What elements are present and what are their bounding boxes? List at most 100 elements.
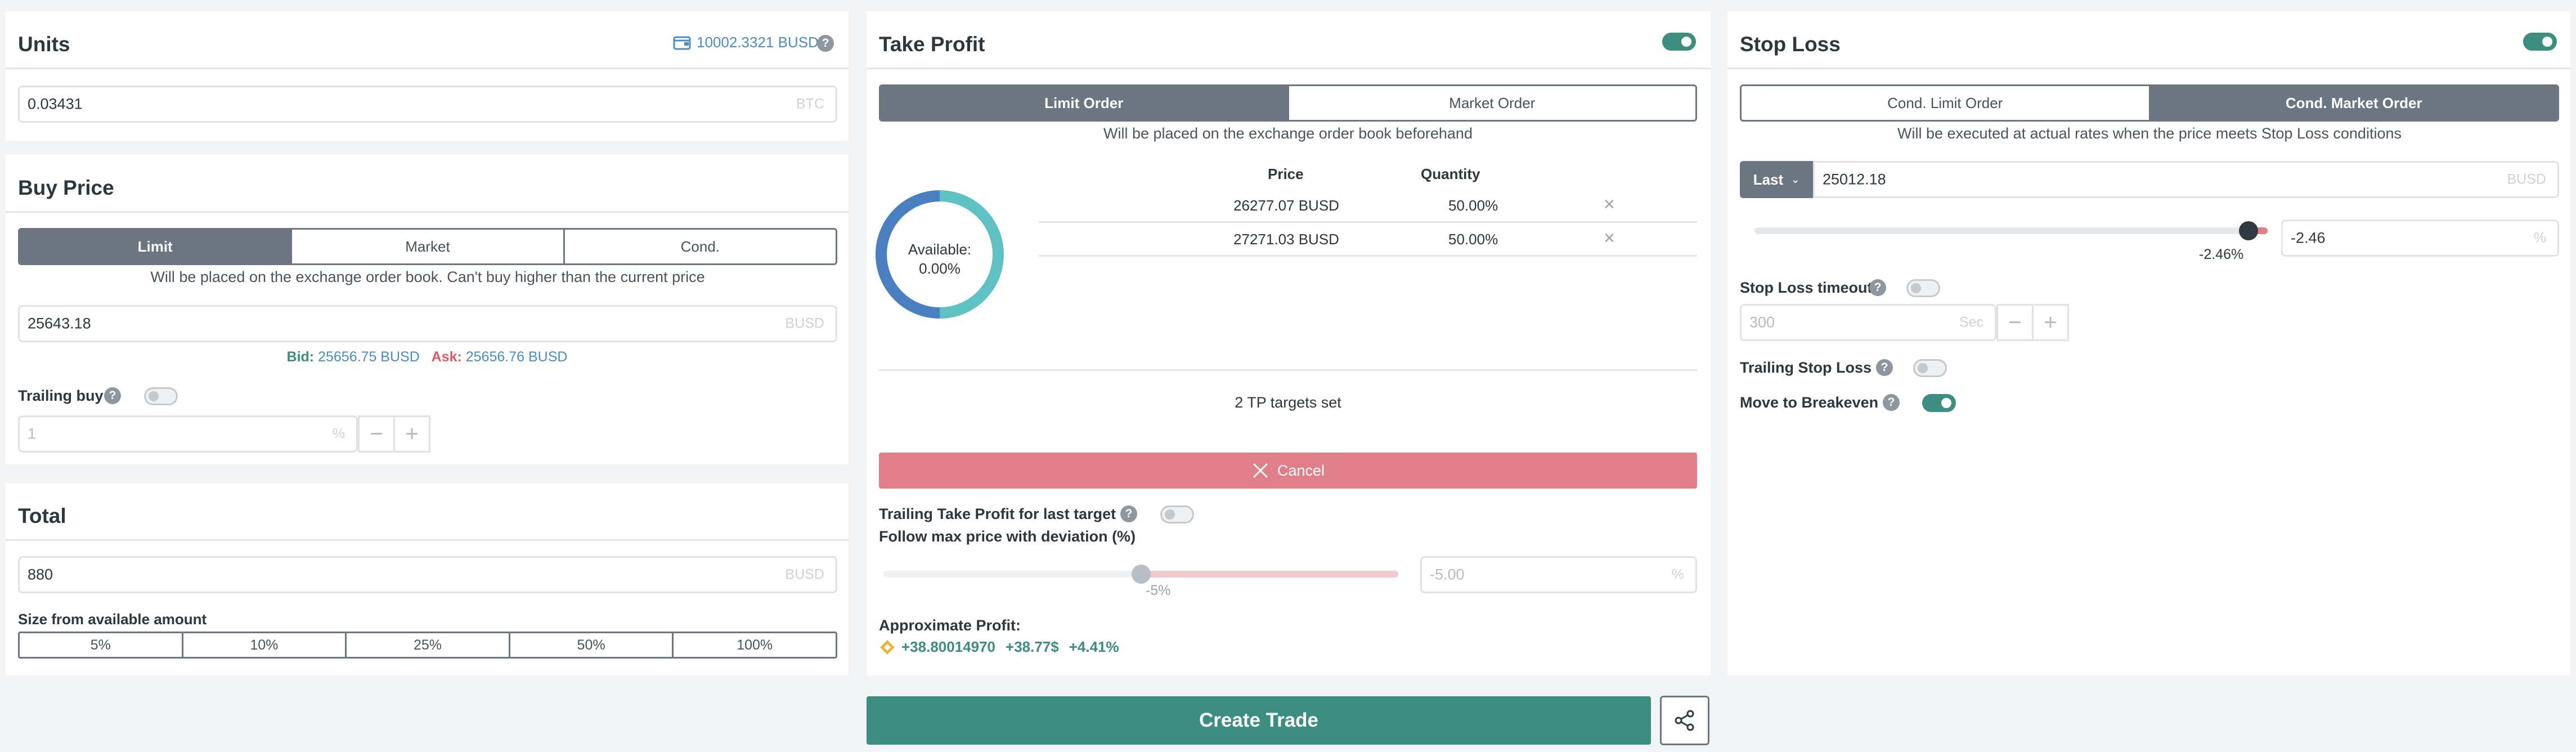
remove-target-icon[interactable]: ×	[1604, 194, 1615, 216]
tab-cond[interactable]: Cond.	[565, 230, 836, 263]
price-type-select[interactable]: Last ⌄	[1740, 161, 1813, 198]
buy-price-input[interactable]: 25643.18 BUSD	[18, 305, 837, 342]
donut-value: 0.00%	[919, 260, 961, 277]
sl-timeout-input[interactable]: 300 Sec	[1740, 304, 1996, 341]
total-input[interactable]: 880 BUSD	[18, 556, 837, 593]
balance[interactable]: 10002.3321 BUSD	[673, 34, 819, 51]
balance-value: 10002.3321 BUSD	[697, 34, 819, 51]
increment-button[interactable]: +	[2032, 304, 2069, 341]
sl-timeout-unit: Sec	[1959, 314, 1983, 330]
deviation-value: -5.00	[1430, 566, 1465, 583]
sl-timeout-help-icon[interactable]: ?	[1869, 279, 1886, 296]
trailing-buy-input[interactable]: 1 %	[18, 415, 358, 453]
percent-25-button[interactable]: 25%	[347, 633, 510, 657]
units-unit: BTC	[796, 96, 824, 112]
stop-loss-panel: Stop Loss Cond. Limit Order Cond. Market…	[1727, 11, 2570, 675]
divider	[6, 539, 849, 541]
total-panel: Total 880 BUSD Size from available amoun…	[6, 483, 849, 675]
percent-50-button[interactable]: 50%	[510, 633, 674, 657]
divider	[6, 211, 849, 213]
total-title: Total	[18, 504, 66, 527]
take-profit-panel: Take Profit Limit Order Market Order Wil…	[867, 11, 1711, 675]
sl-slider[interactable]	[1754, 220, 2268, 242]
sl-trailing-help-icon[interactable]: ?	[1876, 359, 1893, 376]
divider	[6, 68, 849, 69]
breakeven-help-icon[interactable]: ?	[1883, 394, 1900, 411]
tab-limit-order[interactable]: Limit Order	[881, 86, 1289, 120]
trailing-buy-value: 1	[28, 425, 37, 442]
buy-price-value: 25643.18	[28, 315, 91, 332]
buy-type-tabs: Limit Market Cond.	[18, 228, 837, 265]
profit-usd: +38.77$	[1006, 638, 1059, 655]
sl-price-input[interactable]: 25012.18 BUSD	[1813, 161, 2559, 198]
sl-note: Will be executed at actual rates when th…	[1897, 125, 2402, 142]
approx-profit: +38.80014970 +38.77$ +4.41%	[879, 638, 1119, 656]
create-trade-button[interactable]: Create Trade	[867, 696, 1651, 745]
take-profit-title: Take Profit	[879, 33, 985, 56]
trailing-buy-unit: %	[332, 426, 345, 442]
tab-cond-limit-order[interactable]: Cond. Limit Order	[1742, 86, 2151, 120]
units-input[interactable]: 0.03431 BTC	[18, 86, 837, 123]
sl-price-unit: BUSD	[2507, 171, 2546, 187]
stop-loss-toggle[interactable]	[2523, 33, 2557, 51]
ask-label: Ask:	[431, 349, 462, 365]
sl-percent-value: -2.46	[2291, 229, 2326, 247]
tab-cond-market-order[interactable]: Cond. Market Order	[2150, 86, 2557, 120]
decrement-button[interactable]: −	[358, 415, 395, 453]
trailing-buy-toggle[interactable]	[144, 387, 178, 405]
target-quantity: 50.00%	[1448, 231, 1498, 248]
remove-target-icon[interactable]: ×	[1604, 227, 1615, 249]
slider-handle[interactable]	[2239, 221, 2258, 240]
quantity-header: Quantity	[1421, 165, 1480, 182]
sl-trailing-label: Trailing Stop Loss	[1740, 359, 1872, 376]
sl-timeout-label: Stop Loss timeout	[1740, 279, 1873, 296]
percent-10-button[interactable]: 10%	[183, 633, 347, 657]
coin-icon	[880, 639, 895, 655]
price-header: Price	[1268, 165, 1304, 182]
sl-trailing-toggle[interactable]	[1913, 359, 1947, 377]
tp-trailing-toggle[interactable]	[1160, 505, 1194, 523]
buy-note: Will be placed on the exchange order boo…	[150, 268, 705, 285]
decrement-button[interactable]: −	[1996, 304, 2034, 341]
percent-5-button[interactable]: 5%	[20, 633, 183, 657]
slider-track	[1754, 227, 2268, 234]
slider-value-label: -5%	[1146, 583, 1171, 598]
buy-price-title: Buy Price	[18, 176, 114, 199]
follow-label: Follow max price with deviation (%)	[879, 528, 1136, 545]
divider	[1727, 68, 2570, 69]
approx-profit-label: Approximate Profit:	[879, 617, 1021, 634]
trailing-buy-label: Trailing buy	[18, 387, 104, 404]
deviation-input[interactable]: -5.00 %	[1420, 556, 1697, 593]
close-icon	[1253, 463, 1268, 478]
trailing-buy-help-icon[interactable]: ?	[104, 387, 121, 404]
sl-price-value: 25012.18	[1823, 171, 1886, 188]
divider	[867, 68, 1711, 69]
profit-pct: +4.41%	[1069, 638, 1119, 655]
targets-summary: 2 TP targets set	[1235, 394, 1341, 411]
share-button[interactable]	[1660, 696, 1709, 745]
deviation-slider[interactable]	[883, 563, 1398, 585]
breakeven-toggle[interactable]	[1922, 394, 1956, 412]
table-row: 27271.03 BUSD 50.00% ×	[1039, 223, 1697, 257]
sl-timeout-toggle[interactable]	[1906, 279, 1940, 297]
target-quantity: 50.00%	[1448, 197, 1498, 214]
tp-trailing-help-icon[interactable]: ?	[1120, 505, 1137, 522]
sl-slider-value-label: -2.46%	[2199, 247, 2244, 262]
cancel-button[interactable]: Cancel	[879, 453, 1697, 489]
percent-100-button[interactable]: 100%	[674, 633, 836, 657]
slider-handle[interactable]	[1131, 565, 1151, 584]
tab-limit[interactable]: Limit	[20, 230, 293, 263]
deviation-unit: %	[1671, 566, 1684, 583]
buy-price-panel: Buy Price Limit Market Cond. Will be pla…	[6, 155, 849, 464]
tab-market[interactable]: Market	[292, 230, 565, 263]
take-profit-toggle[interactable]	[1662, 33, 1696, 51]
sl-percent-unit: %	[2533, 230, 2546, 246]
tab-market-order[interactable]: Market Order	[1289, 86, 1696, 120]
bid-value[interactable]: 25656.75 BUSD	[318, 349, 420, 365]
sl-percent-input[interactable]: -2.46 %	[2281, 220, 2559, 257]
ask-value[interactable]: 25656.76 BUSD	[466, 349, 568, 365]
balance-help-icon[interactable]: ?	[817, 35, 834, 52]
create-trade-label: Create Trade	[1199, 709, 1319, 731]
increment-button[interactable]: +	[393, 415, 430, 453]
bid-label: Bid:	[286, 349, 315, 365]
